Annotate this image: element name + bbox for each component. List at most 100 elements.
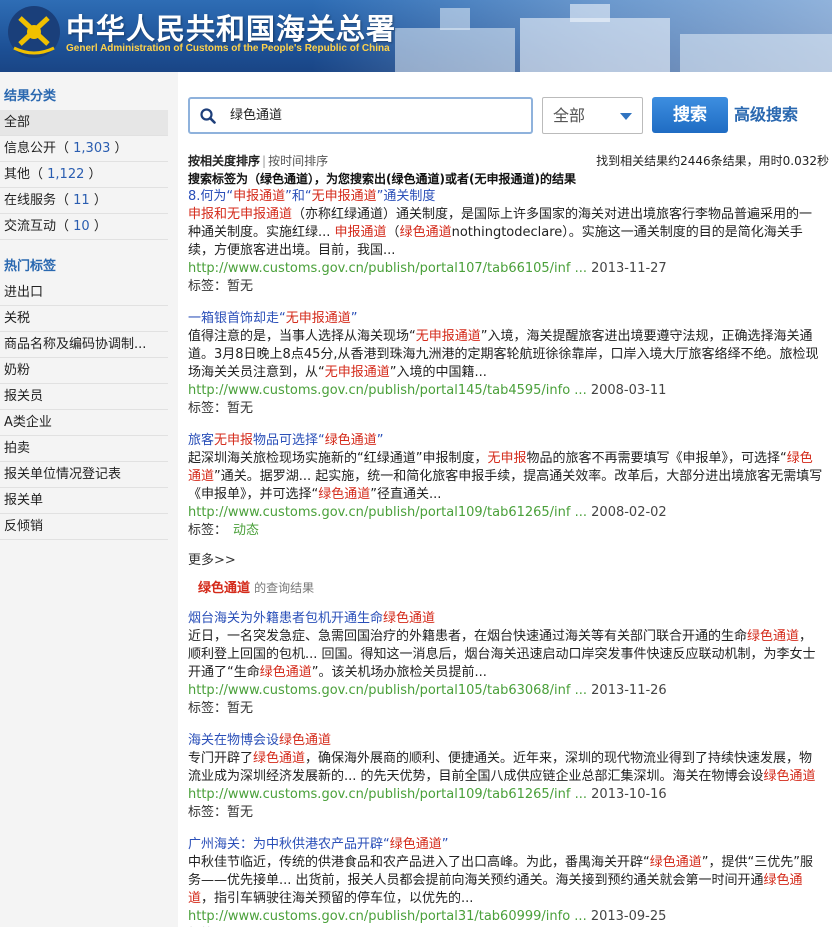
- search-button[interactable]: 搜索: [652, 97, 728, 133]
- sort-separator: |: [262, 154, 267, 168]
- keyword-highlight: 绿色通道: [383, 611, 436, 626]
- result-url-link[interactable]: http://www.customs.gov.cn/publish/portal…: [188, 683, 587, 698]
- sort-by-time[interactable]: 按时间排序: [268, 154, 328, 168]
- sidebar-category-label: 其他: [4, 167, 31, 182]
- sidebar-category-item[interactable]: 其他（ 1,122 ）: [0, 162, 168, 188]
- result-url-link[interactable]: http://www.customs.gov.cn/publish/portal…: [188, 261, 587, 276]
- result-date: 2013-09-25: [590, 909, 667, 924]
- result-url-line: http://www.customs.gov.cn/publish/portal…: [188, 908, 824, 926]
- search-result: 8.何为“申报通道”和“无申报通道”通关制度 申报和无申报通道（亦称红绿通道）通关…: [188, 188, 824, 296]
- result-tags: 标签： 动态: [188, 522, 824, 540]
- result-count: 找到相关结果约2446条结果，用时0.032秒: [596, 154, 829, 168]
- result-url-line: http://www.customs.gov.cn/publish/portal…: [188, 504, 824, 522]
- result-date: 2013-10-16: [591, 787, 667, 802]
- sidebar-tag-item[interactable]: 反倾销: [0, 514, 168, 540]
- building-graphic: [680, 34, 832, 72]
- keyword-highlight: 无申报通道: [227, 207, 293, 222]
- sidebar-tag-item[interactable]: 进出口: [0, 280, 168, 306]
- result-url-link[interactable]: http://www.customs.gov.cn/publish/portal…: [188, 505, 587, 520]
- sidebar-heading-categories: 结果分类: [4, 89, 57, 104]
- sort-by-relevance[interactable]: 按相关度排序: [188, 154, 260, 168]
- keyword-highlight: 无申报: [487, 451, 527, 466]
- result-tag-label: 标签：: [188, 701, 228, 716]
- sidebar-tag-item[interactable]: 关税: [0, 306, 168, 332]
- keyword-highlight: 无申报通道: [324, 365, 390, 380]
- result-title-link[interactable]: 海关在物博会设绿色通道: [188, 732, 824, 750]
- result-date: 2008-02-02: [591, 505, 667, 520]
- keyword-highlight: 绿色通道: [324, 433, 377, 448]
- keyword-highlight: 绿色通道: [389, 837, 442, 852]
- sidebar-category-item[interactable]: 在线服务（ 11 ）: [0, 188, 168, 214]
- result-snippet: 起深圳海关旅检现场实施新的“红绿通道”申报制度，无申报物品的旅客不再需要填写《申…: [188, 451, 823, 502]
- sort-bar: 按相关度排序 | 按时间排序 找到相关结果约2446条结果，用时0.032秒: [188, 152, 832, 170]
- result-tag-value: 暂无: [227, 701, 254, 716]
- site-subtitle: Generl Administration of Customs of the …: [66, 43, 390, 54]
- sidebar: 结果分类 全部 信息公开（ 1,303 ）其他（ 1,122 ）在线服务（ 11 …: [0, 72, 178, 927]
- site-title: 中华人民共和国海关总署: [66, 12, 397, 46]
- chevron-down-icon: [620, 113, 632, 120]
- result-url-link[interactable]: http://www.customs.gov.cn/publish/portal…: [188, 909, 587, 924]
- scope-select[interactable]: 全部: [542, 97, 643, 134]
- result-title-link[interactable]: 旅客无申报物品可选择“绿色通道”: [188, 432, 824, 450]
- result-snippet: 值得注意的是，当事人选择从海关现场“无申报通道”入境，海关提醒旅客进出境要遵守法…: [188, 329, 819, 380]
- sidebar-category-count: 11: [73, 193, 90, 208]
- result-tags: 标签：暂无: [188, 400, 824, 418]
- query-suffix: 的查询结果: [254, 581, 315, 595]
- sidebar-tag-item[interactable]: 报关单: [0, 488, 168, 514]
- search-result: 烟台海关为外籍患者包机开通生命绿色通道 近日，一名突发急症、急需回国治疗的外籍患者…: [188, 610, 824, 718]
- keyword-highlight: 绿色通道: [318, 487, 371, 502]
- sidebar-category-item[interactable]: 全部: [0, 110, 168, 136]
- result-tag-label: 标签：: [188, 805, 228, 820]
- result-snippet: 申报和无申报通道（亦称红绿通道）通关制度，是国际上许多国家的海关对进出境旅客行李…: [188, 207, 813, 258]
- sidebar-category-item[interactable]: 信息公开（ 1,303 ）: [0, 136, 168, 162]
- building-graphic: [440, 8, 470, 30]
- result-title-link[interactable]: 一箱银首饰却走“无申报通道”: [188, 310, 824, 328]
- keyword-highlight: 绿色通道: [259, 665, 312, 680]
- sidebar-tag-item[interactable]: 拍卖: [0, 436, 168, 462]
- result-tag-value: 暂无: [227, 401, 254, 416]
- sidebar-category-label: 在线服务: [4, 193, 57, 208]
- more-link[interactable]: 更多>>: [188, 552, 832, 570]
- result-title-link[interactable]: 8.何为“申报通道”和“无申报通道”通关制度: [188, 188, 824, 206]
- result-tag-value: 暂无: [227, 279, 254, 294]
- search-input[interactable]: [230, 99, 520, 132]
- keyword-highlight: 无申报通道: [285, 311, 351, 326]
- sidebar-tag-item[interactable]: 商品名称及编码协调制...: [0, 332, 168, 358]
- keyword-highlight: 绿色通道: [279, 733, 332, 748]
- query-results: 烟台海关为外籍患者包机开通生命绿色通道 近日，一名突发急症、急需回国治疗的外籍患者…: [188, 610, 832, 927]
- keyword-highlight: 绿色通道: [188, 873, 803, 906]
- result-date: 2013-11-27: [591, 261, 667, 276]
- keyword-highlight: 无申报通道: [415, 329, 481, 344]
- sidebar-tag-item[interactable]: 报关单位情况登记表: [0, 462, 168, 488]
- result-title-link[interactable]: 烟台海关为外籍患者包机开通生命绿色通道: [188, 610, 824, 628]
- keyword-highlight: 绿色通道: [763, 769, 816, 784]
- building-graphic: [570, 4, 610, 22]
- results-list: 8.何为“申报通道”和“无申报通道”通关制度 申报和无申报通道（亦称红绿通道）通关…: [188, 188, 832, 927]
- result-title-link[interactable]: 广州海关：为中秋供港农产品开辟“绿色通道”: [188, 836, 824, 854]
- search-icon: [200, 108, 216, 124]
- hot-tag-list: 进出口 关税 商品名称及编码协调制... 奶粉 报关员 A类企业 拍卖 报关单位情况登记表 报关…: [0, 280, 178, 540]
- result-url-line: http://www.customs.gov.cn/publish/portal…: [188, 682, 824, 700]
- keyword-highlight: 绿色通道: [253, 751, 306, 766]
- result-tag-label: 标签：: [188, 279, 228, 294]
- search-result: 广州海关：为中秋供港农产品开辟“绿色通道” 中秋佳节临近，传统的供港食品和农产品进…: [188, 836, 824, 927]
- tag-results: 8.何为“申报通道”和“无申报通道”通关制度 申报和无申报通道（亦称红绿通道）通关…: [188, 188, 832, 540]
- sidebar-category-count: 10: [73, 219, 90, 234]
- keyword-highlight: 申报和: [188, 207, 228, 222]
- advanced-search-link[interactable]: 高级搜索: [734, 97, 798, 133]
- search-tagline: 搜索标签为（绿色通道），为您搜索出(绿色通道)或者(无申报通道)的结果: [188, 172, 576, 186]
- sidebar-category-label: 信息公开: [4, 141, 57, 156]
- result-tag-value: 暂无: [227, 805, 254, 820]
- keyword-highlight: 无申报通道: [311, 189, 377, 204]
- result-url-line: http://www.customs.gov.cn/publish/portal…: [188, 382, 824, 400]
- result-snippet: 中秋佳节临近，传统的供港食品和农产品进入了出口高峰。为此，番禺海关开辟“绿色通道…: [188, 855, 813, 906]
- result-tag-value[interactable]: 动态: [233, 523, 259, 538]
- sidebar-tag-item[interactable]: 奶粉: [0, 358, 168, 384]
- result-tags: 标签：暂无: [188, 804, 824, 822]
- sidebar-category-item[interactable]: 交流互动（ 10 ）: [0, 214, 168, 240]
- sidebar-tag-item[interactable]: 报关员: [0, 384, 168, 410]
- sidebar-tag-item[interactable]: A类企业: [0, 410, 168, 436]
- result-url-link[interactable]: http://www.customs.gov.cn/publish/portal…: [188, 383, 587, 398]
- sidebar-category-count: 1,303: [73, 141, 111, 156]
- result-url-link[interactable]: http://www.customs.gov.cn/publish/portal…: [188, 787, 587, 802]
